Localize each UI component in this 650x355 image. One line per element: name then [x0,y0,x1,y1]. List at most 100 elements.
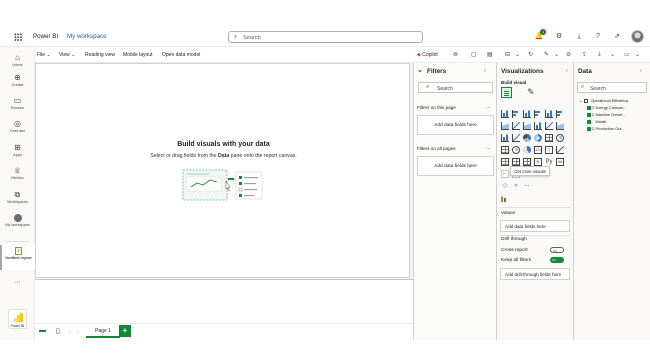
python-visual-icon[interactable]: Py [545,158,553,166]
decomposition-tree-icon[interactable]: ⊢ [501,170,509,178]
field-checkbox[interactable] [587,112,591,117]
chevron-down-icon[interactable]: ⌄ [610,51,615,58]
values-drop-zone[interactable]: Add data fields here [500,220,570,232]
file-menu[interactable]: File ⌄ [37,52,51,58]
copilot-button[interactable]: ◆ Copilot [417,52,438,58]
field-row[interactable]: ΣMonth [587,119,606,125]
slicer-icon[interactable] [501,158,509,166]
format-visual-icon[interactable]: ✎ [527,87,535,98]
field-checkbox[interactable] [587,126,591,131]
paginated-report-icon[interactable]: » [512,182,520,190]
card-icon[interactable]: 123 [534,146,542,154]
rail-item-onelake[interactable]: ◎ OneLake [0,119,35,133]
rail-item-workspaces[interactable]: ⧉ Workspaces [0,190,35,204]
view-menu[interactable]: View ⌄ [59,52,75,58]
user-avatar[interactable] [631,30,644,43]
qna-icon[interactable]: ⊚ [453,51,458,58]
settings-gear-icon[interactable]: ⚙ [553,31,565,43]
bookmark-icon[interactable]: ⊘ [566,51,571,58]
rail-item-untitled-report[interactable]: ▮ Untitled report [0,245,35,270]
more-visuals-dots[interactable]: ... [523,181,531,189]
r-visual-icon[interactable]: R [534,158,542,166]
stacked-area-chart-icon[interactable] [523,122,531,130]
more-options-icon[interactable]: ... [486,104,490,110]
collapse-viz-icon[interactable]: › [566,68,568,74]
help-icon[interactable]: ? [592,31,604,43]
field-checkbox[interactable] [587,105,591,110]
cross-report-toggle[interactable]: Off [550,247,564,253]
app-launcher-icon[interactable] [14,33,22,41]
add-page-button[interactable]: + [119,325,131,337]
field-row[interactable]: ΣEnergy Consum... [587,105,627,111]
collapse-data-icon[interactable]: › [640,68,642,74]
chevron-down-icon[interactable]: ⌄ [554,51,559,58]
refresh-icon[interactable]: ↻ [528,51,533,58]
page-filters-drop-zone[interactable]: Add data fields here [417,115,494,135]
smart-narrative-icon[interactable]: ◇ [501,182,509,190]
drill-through-drop-zone[interactable]: Add drill-through fields here [500,268,570,280]
insert-visual-icon[interactable]: ⊟ [505,51,510,58]
100-column-chart-icon[interactable] [556,110,564,118]
share-icon[interactable]: ⇗ [611,31,623,43]
reading-view-button[interactable]: Reading view [85,52,115,58]
map-icon[interactable] [556,134,564,142]
global-search-box[interactable]: ⌕ Search [228,31,423,43]
rail-item-browse[interactable]: ▭ Browse [0,96,35,110]
treemap-icon[interactable] [545,134,553,142]
all-pages-filters-drop-zone[interactable]: Add data fields here [417,156,494,176]
rail-item-home[interactable]: ⌂ Home [0,53,35,67]
build-visual-tab-icon[interactable] [501,87,512,98]
area-chart-icon[interactable] [501,122,509,130]
power-apps-icon[interactable] [501,194,509,202]
rail-item-metrics[interactable]: ♕ Metrics [0,166,35,180]
scatter-chart-icon[interactable] [512,134,520,142]
power-bi-logo[interactable]: Power BI [8,309,27,329]
rail-item-my-workspace[interactable]: My workspace [0,214,35,227]
table-icon[interactable] [512,158,520,166]
notifications-icon[interactable]: 🔔 1 [533,29,546,43]
desktop-view-icon[interactable]: ▬ [39,327,46,334]
report-canvas[interactable]: Build visuals with your data Select or d… [35,63,410,278]
rail-item-create[interactable]: ⊕ Create [0,73,35,87]
rail-item-apps[interactable]: ⊞ Apps [0,143,35,157]
mobile-view-icon[interactable]: ▯ [56,327,60,335]
line-column-chart-icon[interactable] [534,122,542,130]
filled-map-icon[interactable] [501,146,509,154]
text-box-icon[interactable]: ▤ [487,51,493,58]
table-node[interactable]: ⌄ Operational Efficiency [579,98,628,104]
more-options-icon[interactable]: ... [486,145,490,151]
chevron-down-icon[interactable]: ⌄ [635,51,640,58]
kpi-icon[interactable] [556,146,564,154]
pie-chart-icon[interactable] [523,134,531,142]
save-icon[interactable]: ▭ [624,51,630,58]
ribbon-chart-icon[interactable] [545,122,553,130]
multi-row-card-icon[interactable]: ≡ [545,146,553,154]
stacked-bar-chart-icon[interactable] [501,110,509,118]
collapse-filters-icon[interactable]: › [484,68,486,74]
prev-page-icon[interactable]: ‹ [69,329,71,335]
download-report-icon[interactable]: ⤓ [598,51,601,58]
field-checkbox[interactable] [587,119,591,124]
chevron-down-icon[interactable]: ⌄ [515,51,520,58]
line-chart-icon[interactable] [512,122,520,130]
keep-all-filters-toggle[interactable]: On [550,257,564,263]
funnel-chart-icon[interactable] [501,134,509,142]
matrix-icon[interactable] [523,158,531,166]
waterfall-chart-icon[interactable] [556,122,564,130]
next-page-icon[interactable]: › [77,329,79,335]
key-influencers-icon[interactable]: ⋈ [556,158,564,166]
share-report-icon[interactable]: ⇪ [582,51,587,58]
azure-map-icon[interactable] [512,146,520,154]
filters-search-input[interactable]: ⌕ Search [418,82,493,93]
stacked-column-chart-icon[interactable] [512,110,520,118]
chat-icon[interactable]: ▢ [471,51,477,58]
clustered-column-chart-icon[interactable] [534,110,542,118]
brand-name[interactable]: Power BI [33,33,58,40]
field-row[interactable]: ΣMachine Downt... [587,112,626,118]
field-row[interactable]: ΣProduction Out... [587,126,625,132]
mobile-layout-button[interactable]: Mobile layout [123,52,152,58]
open-data-model-button[interactable]: Open data model [162,52,200,58]
page-tab-1[interactable]: Page 1 [86,325,120,338]
data-search-input[interactable]: ⌕ Search [577,82,647,93]
donut-chart-icon[interactable] [534,134,542,142]
